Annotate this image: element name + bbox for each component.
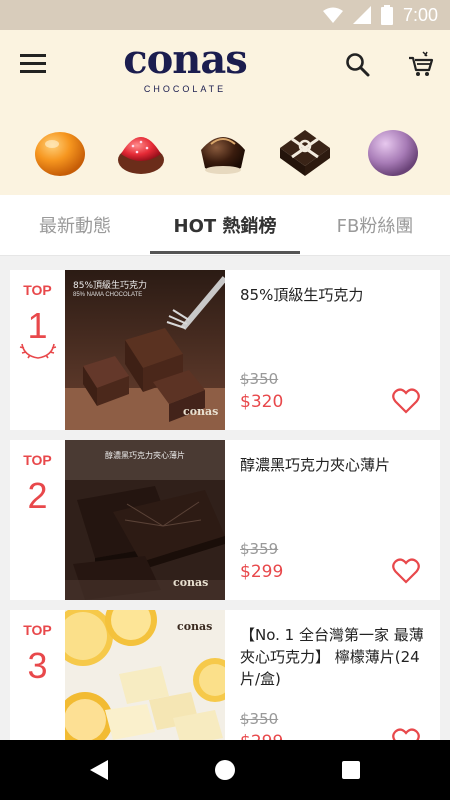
- app-header: conas CHOCOLATE: [0, 30, 450, 195]
- gift-box-chocolate-icon[interactable]: [276, 124, 332, 180]
- product-name[interactable]: 85%頂級生巧克力: [240, 284, 430, 306]
- status-bar: 7:00: [0, 0, 450, 30]
- cart-icon[interactable]: [407, 50, 435, 80]
- product-image[interactable]: conas: [65, 610, 225, 740]
- tab-hot-ranking[interactable]: HOT 熱銷榜: [150, 195, 300, 255]
- navigation-bar: [0, 740, 450, 800]
- original-price: $350: [240, 710, 279, 728]
- product-info: 85%頂級生巧克力 $350 $320: [240, 284, 430, 424]
- active-tab-indicator: [150, 251, 300, 254]
- signal-icon: [352, 6, 371, 24]
- search-icon[interactable]: [345, 52, 373, 80]
- brand-name: conas: [123, 36, 248, 83]
- sale-price: $320: [240, 392, 284, 412]
- sale-price: $299: [240, 732, 283, 740]
- rank-badge: TOP 1: [10, 270, 65, 430]
- product-name[interactable]: 醇濃黑巧克力夾心薄片: [240, 454, 430, 476]
- battery-icon: [380, 5, 393, 25]
- purple-bonbon-icon[interactable]: [365, 124, 421, 180]
- rank-label: TOP: [23, 282, 52, 298]
- heart-icon[interactable]: [392, 558, 422, 586]
- brand-subtitle: CHOCOLATE: [143, 84, 227, 94]
- svg-text:conas: conas: [173, 576, 208, 589]
- svg-text:conas: conas: [183, 405, 218, 418]
- heart-icon[interactable]: [392, 388, 422, 416]
- svg-text:conas: conas: [177, 620, 212, 633]
- tab-latest-news[interactable]: 最新動態: [0, 195, 150, 255]
- heart-icon[interactable]: [392, 728, 422, 740]
- back-icon[interactable]: [88, 758, 110, 786]
- rank-number: 1: [27, 305, 48, 346]
- product-card[interactable]: TOP 3 conas 【No. 1 全台灣第一家 最薄夾心巧克力】 檸檬薄片(…: [10, 610, 440, 740]
- rank-number: 3: [27, 645, 48, 686]
- recents-icon[interactable]: [340, 758, 362, 786]
- sale-price: $299: [240, 562, 284, 582]
- tab-bar: 最新動態 HOT 熱銷榜 FB粉絲團: [0, 195, 450, 256]
- home-icon[interactable]: [214, 758, 236, 786]
- category-carousel: [0, 120, 450, 190]
- product-card[interactable]: TOP 1 conas 85%頂級生巧克力 85% NAMA CHOCOLATE…: [10, 270, 440, 430]
- rank-label: TOP: [23, 622, 52, 638]
- image-caption: 醇濃黑巧克力夾心薄片: [105, 451, 185, 460]
- product-image[interactable]: conas 85%頂級生巧克力 85% NAMA CHOCOLATE: [65, 270, 225, 430]
- original-price: $359: [240, 540, 279, 558]
- truffle-chocolate-icon[interactable]: [195, 124, 251, 180]
- rank-badge: TOP 2: [10, 440, 65, 600]
- product-info: 醇濃黑巧克力夾心薄片 $359 $299: [240, 454, 430, 594]
- product-image[interactable]: conas 醇濃黑巧克力夾心薄片: [65, 440, 225, 600]
- brand-logo[interactable]: conas CHOCOLATE: [110, 38, 260, 100]
- image-caption: 85%頂級生巧克力: [73, 281, 148, 291]
- hamburger-menu-icon[interactable]: [20, 52, 50, 78]
- rank-number: 2: [27, 475, 48, 516]
- product-card[interactable]: TOP 2 conas 醇濃黑巧克力夾心薄片 醇濃黑巧克力夾心薄片 $359 $…: [10, 440, 440, 600]
- rank-badge: TOP 3: [10, 610, 65, 740]
- rank-label: TOP: [23, 452, 52, 468]
- wifi-icon: [322, 7, 343, 23]
- image-caption-en: 85% NAMA CHOCOLATE: [73, 292, 143, 298]
- orange-chocolate-icon[interactable]: [32, 124, 88, 180]
- strawberry-chocolate-icon[interactable]: [113, 124, 169, 180]
- product-info: 【No. 1 全台灣第一家 最薄夾心巧克力】 檸檬薄片(24片/盒) $350 …: [240, 624, 430, 740]
- product-name[interactable]: 【No. 1 全台灣第一家 最薄夾心巧克力】 檸檬薄片(24片/盒): [240, 624, 430, 690]
- tab-fb-fans[interactable]: FB粉絲團: [300, 195, 450, 255]
- status-time: 7:00: [402, 4, 438, 25]
- original-price: $350: [240, 370, 279, 388]
